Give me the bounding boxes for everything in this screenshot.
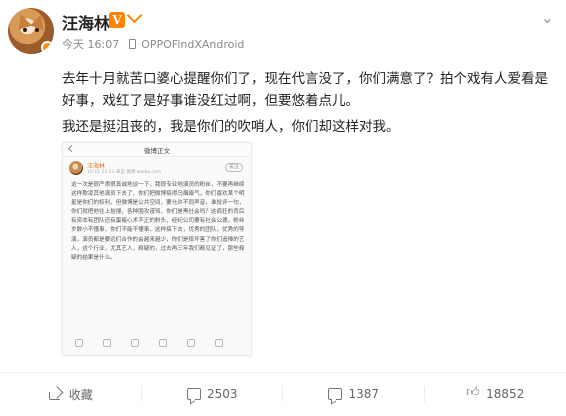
embedded-action-bar (63, 339, 251, 349)
embedded-action-icon (103, 339, 111, 347)
post-paragraph: 我还是挺沮丧的，我是你们的吹哨人，你们却这样对我。 (62, 119, 400, 135)
share-icon (48, 388, 63, 400)
action-bar: 收藏 2503 1387 18852 (0, 380, 566, 408)
post-time: 今天 16:07 (62, 38, 120, 51)
avatar[interactable] (8, 8, 54, 54)
more-options-button[interactable]: ⌄ (541, 10, 554, 26)
comment-icon (328, 388, 343, 400)
favorite-button[interactable]: 收藏 (0, 380, 142, 408)
embedded-header: 汪海林 10-11 13:23 来自 微博 weibo.com 关注 (63, 157, 251, 179)
phone-icon (128, 39, 136, 49)
retweet-button[interactable]: 2503 (142, 380, 283, 408)
post-meta: 今天 16:07 OPPOFindXAndroid (62, 36, 244, 52)
verified-icon[interactable]: V (109, 12, 125, 28)
like-count: 18852 (486, 387, 525, 401)
avatar-verified-badge (41, 41, 54, 54)
favorite-label: 收藏 (68, 387, 93, 402)
post-image[interactable]: 微博正文 汪海林 10-11 13:23 来自 微博 weibo.com 关注 … (62, 142, 252, 356)
embedded-action-icon (187, 339, 195, 347)
username[interactable]: 汪海林 (62, 10, 110, 34)
embedded-title: 微博正文 (144, 147, 170, 155)
embedded-avatar (69, 161, 83, 175)
retweet-count: 2503 (206, 387, 238, 401)
embedded-action-icon (215, 339, 223, 347)
embedded-body-text: 这一次是很严肃很真诚地谈一下，我很专业地演员的粉丝，不要再继续这样欺凌其他演员下… (71, 182, 245, 261)
avatar-ear (30, 12, 48, 30)
embedded-action-icon (159, 339, 167, 347)
divider (0, 372, 566, 373)
avatar-eye (35, 28, 39, 32)
post-text: 去年十月就苦口婆心提醒你们了，现在代言没了，你们满意了？拍个戏有人爱看是好事，戏… (62, 68, 554, 138)
avatar-eye (23, 28, 27, 32)
comment-count: 1387 (348, 387, 380, 401)
embedded-meta: 10-11 13:23 来自 微博 weibo.com (87, 170, 162, 175)
embedded-topbar: 微博正文 (63, 143, 251, 157)
like-button[interactable]: 18852 (425, 380, 566, 408)
like-icon (466, 385, 480, 401)
embedded-follow-label: 关注 (224, 163, 243, 172)
post-paragraph: 去年十月就苦口婆心提醒你们了，现在代言没了，你们满意了？拍个戏有人爱看是好事，戏… (62, 71, 548, 109)
chevron-icon (126, 7, 143, 24)
embedded-action-icon (75, 339, 83, 347)
avatar-ear (14, 12, 32, 30)
post-device[interactable]: OPPOFindXAndroid (141, 38, 244, 51)
embedded-action-icon (131, 339, 139, 347)
repost-icon (186, 388, 201, 400)
comment-button[interactable]: 1387 (283, 380, 425, 408)
